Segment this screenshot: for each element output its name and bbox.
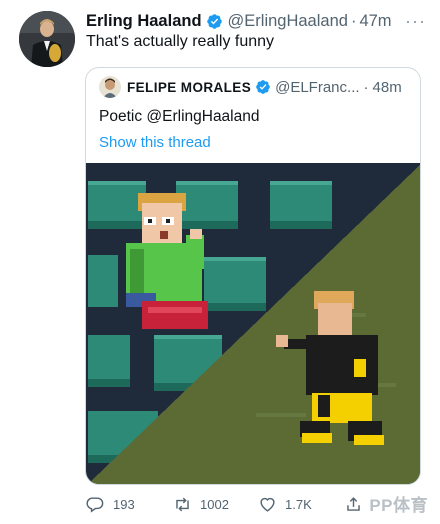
separator: · — [363, 78, 369, 96]
share-button[interactable] — [344, 495, 371, 514]
reply-count: 193 — [113, 497, 135, 512]
author-avatar[interactable] — [19, 11, 75, 67]
verified-badge-icon — [206, 13, 222, 29]
like-button[interactable]: 1.7K — [258, 495, 312, 514]
quoted-tweet-time[interactable]: 48m — [373, 79, 402, 96]
quoted-tweet-image[interactable] — [86, 163, 420, 484]
author-handle[interactable]: @ErlingHaaland — [228, 12, 348, 31]
quoted-author-avatar[interactable] — [99, 76, 121, 98]
quoted-tweet[interactable]: FELIPE MORALES @ELFranc... · 48m Poetic … — [85, 67, 421, 485]
watermark: PP体育 — [369, 496, 428, 515]
more-icon[interactable]: ··· — [405, 11, 426, 32]
separator: · — [350, 11, 357, 30]
verified-badge-icon — [256, 80, 270, 94]
quoted-author-name[interactable]: FELIPE MORALES — [127, 80, 251, 95]
retweet-count: 1002 — [200, 497, 229, 512]
quoted-tweet-header: FELIPE MORALES @ELFranc... · 48m — [127, 77, 410, 97]
like-count: 1.7K — [285, 497, 312, 512]
share-icon — [347, 497, 360, 511]
reply-icon — [86, 497, 104, 513]
tweet-time[interactable]: 47m — [359, 12, 391, 31]
retweet-button[interactable]: 1002 — [173, 495, 229, 514]
reply-button[interactable]: 193 — [86, 495, 135, 514]
heart-icon — [260, 497, 275, 512]
author-name[interactable]: Erling Haaland — [86, 12, 202, 31]
quoted-author-handle[interactable]: @ELFranc... — [275, 79, 359, 96]
tweet-text: That's actually really funny — [86, 33, 275, 50]
tweet-header: Erling Haaland @ErlingHaaland · 47m ··· — [86, 10, 426, 32]
show-thread-link[interactable]: Show this thread — [99, 134, 211, 151]
quoted-tweet-text: Poetic @ErlingHaaland — [99, 108, 260, 125]
retweet-icon — [176, 497, 189, 512]
